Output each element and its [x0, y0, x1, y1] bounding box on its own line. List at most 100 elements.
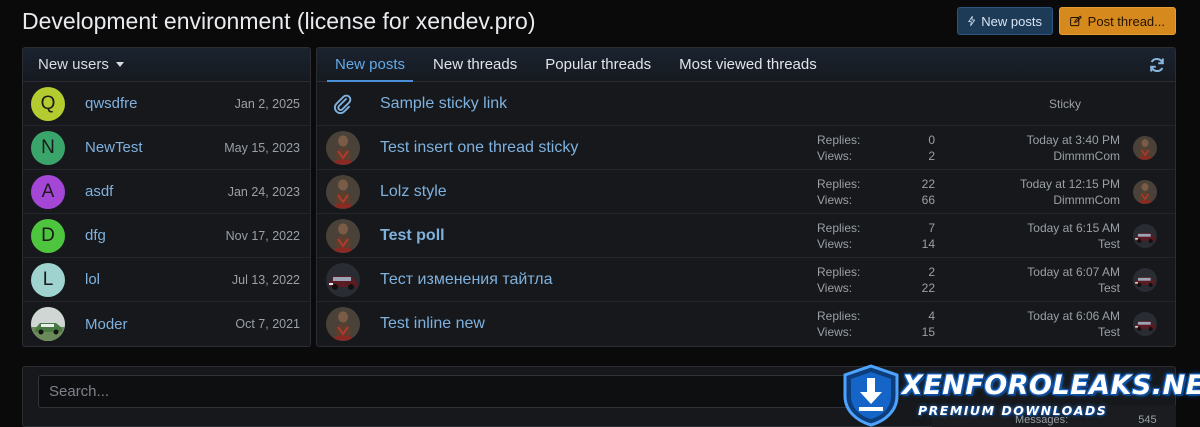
thread-title-link[interactable]: Test inline new [380, 315, 485, 333]
user-row[interactable]: Aasdf Jan 24, 2023 [23, 170, 310, 214]
thread-author-avatar[interactable] [326, 174, 360, 209]
views-label: Views: [817, 236, 853, 251]
last-post-user[interactable]: Test [1027, 280, 1120, 296]
new-users-dropdown[interactable]: New users [23, 48, 310, 82]
user-row[interactable]: Qqwsdfre Jan 2, 2025 [23, 82, 310, 126]
views-label: Views: [817, 280, 853, 295]
tab-new-posts[interactable]: New posts [321, 48, 419, 82]
thread-author-avatar[interactable] [326, 307, 360, 341]
car-avatar-icon [1133, 312, 1157, 336]
watermark-title: XENFOROLEAKS.NET [902, 370, 1200, 401]
last-post-user[interactable]: Test [1027, 236, 1120, 252]
replies-count: 2 [928, 264, 935, 279]
tab-most-viewed-threads[interactable]: Most viewed threads [665, 48, 831, 81]
thread-row[interactable]: Test poll Replies: 7 Views: 14 Today at 6:15 … [317, 214, 1175, 258]
thread-title-link[interactable]: Тест изменения тайтла [380, 271, 553, 289]
user-row[interactable]: Moder Oct 7, 2021 [23, 302, 310, 346]
post-thread-button[interactable]: Post thread... [1059, 7, 1176, 35]
last-post-time[interactable]: Today at 6:15 AM [1027, 220, 1120, 236]
last-post-time[interactable]: Today at 12:15 PM [1020, 176, 1120, 192]
last-post-info: Today at 6:15 AM Test [1027, 220, 1120, 252]
user-name-link[interactable]: Moder [85, 316, 128, 333]
user-join-date: Jan 2, 2025 [234, 96, 300, 111]
avatar[interactable]: D [31, 218, 65, 253]
thread-title-link[interactable]: Test poll [380, 227, 445, 245]
download-shield-icon [843, 364, 899, 427]
avatar[interactable]: A [31, 174, 65, 209]
sticky-link-title[interactable]: Sample sticky link [380, 95, 507, 113]
last-post-info: Today at 3:40 PM DimmmCom [1027, 132, 1120, 164]
new-posts-button[interactable]: New posts [957, 7, 1053, 35]
user-row[interactable]: Ddfg Nov 17, 2022 [23, 214, 310, 258]
last-poster-avatar[interactable] [1133, 312, 1157, 336]
last-poster-avatar[interactable] [1133, 135, 1157, 160]
thread-stats: Replies: 4 Views: 15 [817, 308, 935, 340]
views-count: 15 [921, 325, 935, 339]
car-photo-avatar-icon [31, 307, 65, 341]
tab-new-threads[interactable]: New threads [419, 48, 531, 81]
last-poster-avatar[interactable] [1133, 179, 1157, 204]
threads-panel: New posts New threads Popular threads Mo… [316, 47, 1176, 347]
sticky-link-row[interactable]: Sample sticky link Sticky [317, 82, 1175, 126]
thread-stats: Replies: 7 Views: 14 [817, 220, 935, 252]
last-post-time[interactable]: Today at 3:40 PM [1027, 132, 1120, 148]
user-name-link[interactable]: asdf [85, 183, 113, 200]
user-join-date: Oct 7, 2021 [235, 317, 300, 331]
avatar[interactable]: N [31, 130, 65, 165]
avatar[interactable]: Q [31, 86, 65, 121]
user-name-link[interactable]: qwsdfre [85, 95, 138, 112]
last-poster-avatar[interactable] [1133, 223, 1157, 248]
user-name-link[interactable]: lol [85, 271, 100, 288]
avatar[interactable] [31, 307, 65, 341]
last-post-user[interactable]: DimmmCom [1027, 148, 1120, 164]
thread-stats: Replies: 22 Views: 66 [817, 176, 935, 208]
views-count: 14 [921, 236, 935, 251]
last-post-info: Today at 12:15 PM DimmmCom [1020, 176, 1120, 208]
replies-count: 22 [921, 176, 935, 191]
post-thread-label: Post thread... [1087, 13, 1165, 29]
thread-row[interactable]: Test inline new Replies: 4 Views: 15 Today at… [317, 302, 1175, 346]
last-post-user[interactable]: DimmmCom [1020, 192, 1120, 208]
replies-count: 7 [928, 220, 935, 235]
thread-row[interactable]: Lolz style Replies: 22 Views: 66 Today at 12:… [317, 170, 1175, 214]
lightning-icon [968, 15, 976, 27]
replies-label: Replies: [817, 176, 861, 191]
views-label: Views: [817, 148, 853, 163]
thread-stats: Replies: 2 Views: 22 [817, 264, 935, 296]
views-label: Views: [817, 325, 853, 339]
statue-avatar-icon [1133, 179, 1157, 204]
last-post-user[interactable]: Test [1027, 324, 1120, 340]
user-name-link[interactable]: dfg [85, 227, 106, 244]
new-users-header: New users [38, 56, 109, 73]
thread-author-avatar[interactable] [326, 130, 360, 165]
threads-tabs: New posts New threads Popular threads Mo… [317, 48, 1175, 82]
thread-row[interactable]: Тест изменения тайтла Replies: 2 Views: 22 To… [317, 258, 1175, 302]
thread-author-avatar[interactable] [326, 262, 360, 297]
thread-title-link[interactable]: Lolz style [380, 183, 447, 201]
replies-label: Replies: [817, 132, 861, 147]
watermark-subtitle: PREMIUM DOWNLOADS [918, 403, 1108, 418]
views-label: Views: [817, 192, 853, 207]
new-posts-label: New posts [981, 13, 1042, 29]
user-join-date: May 15, 2023 [224, 140, 300, 155]
refresh-icon[interactable] [1149, 57, 1165, 73]
last-poster-avatar[interactable] [1133, 267, 1157, 292]
user-row[interactable]: Llol Jul 13, 2022 [23, 258, 310, 302]
last-post-time[interactable]: Today at 6:07 AM [1027, 264, 1120, 280]
avatar[interactable]: L [31, 262, 65, 297]
replies-label: Replies: [817, 309, 861, 323]
search-input[interactable] [38, 375, 848, 408]
replies-label: Replies: [817, 220, 861, 235]
page-title: Development environment (license for xen… [22, 8, 536, 34]
user-join-date: Jan 24, 2023 [227, 184, 300, 199]
user-row[interactable]: N NewTest May 15, 2023 [23, 126, 310, 170]
tab-popular-threads[interactable]: Popular threads [531, 48, 665, 81]
user-name-link[interactable]: NewTest [85, 139, 143, 156]
thread-title-link[interactable]: Test insert one thread sticky [380, 139, 578, 157]
statue-avatar-icon [1133, 135, 1157, 160]
thread-row[interactable]: Test insert one thread sticky Replies: 0 Vi… [317, 126, 1175, 170]
views-count: 66 [921, 192, 935, 207]
thread-author-avatar[interactable] [326, 218, 360, 253]
thread-stats: Replies: 0 Views: 2 [817, 132, 935, 164]
last-post-time[interactable]: Today at 6:06 AM [1027, 308, 1120, 324]
